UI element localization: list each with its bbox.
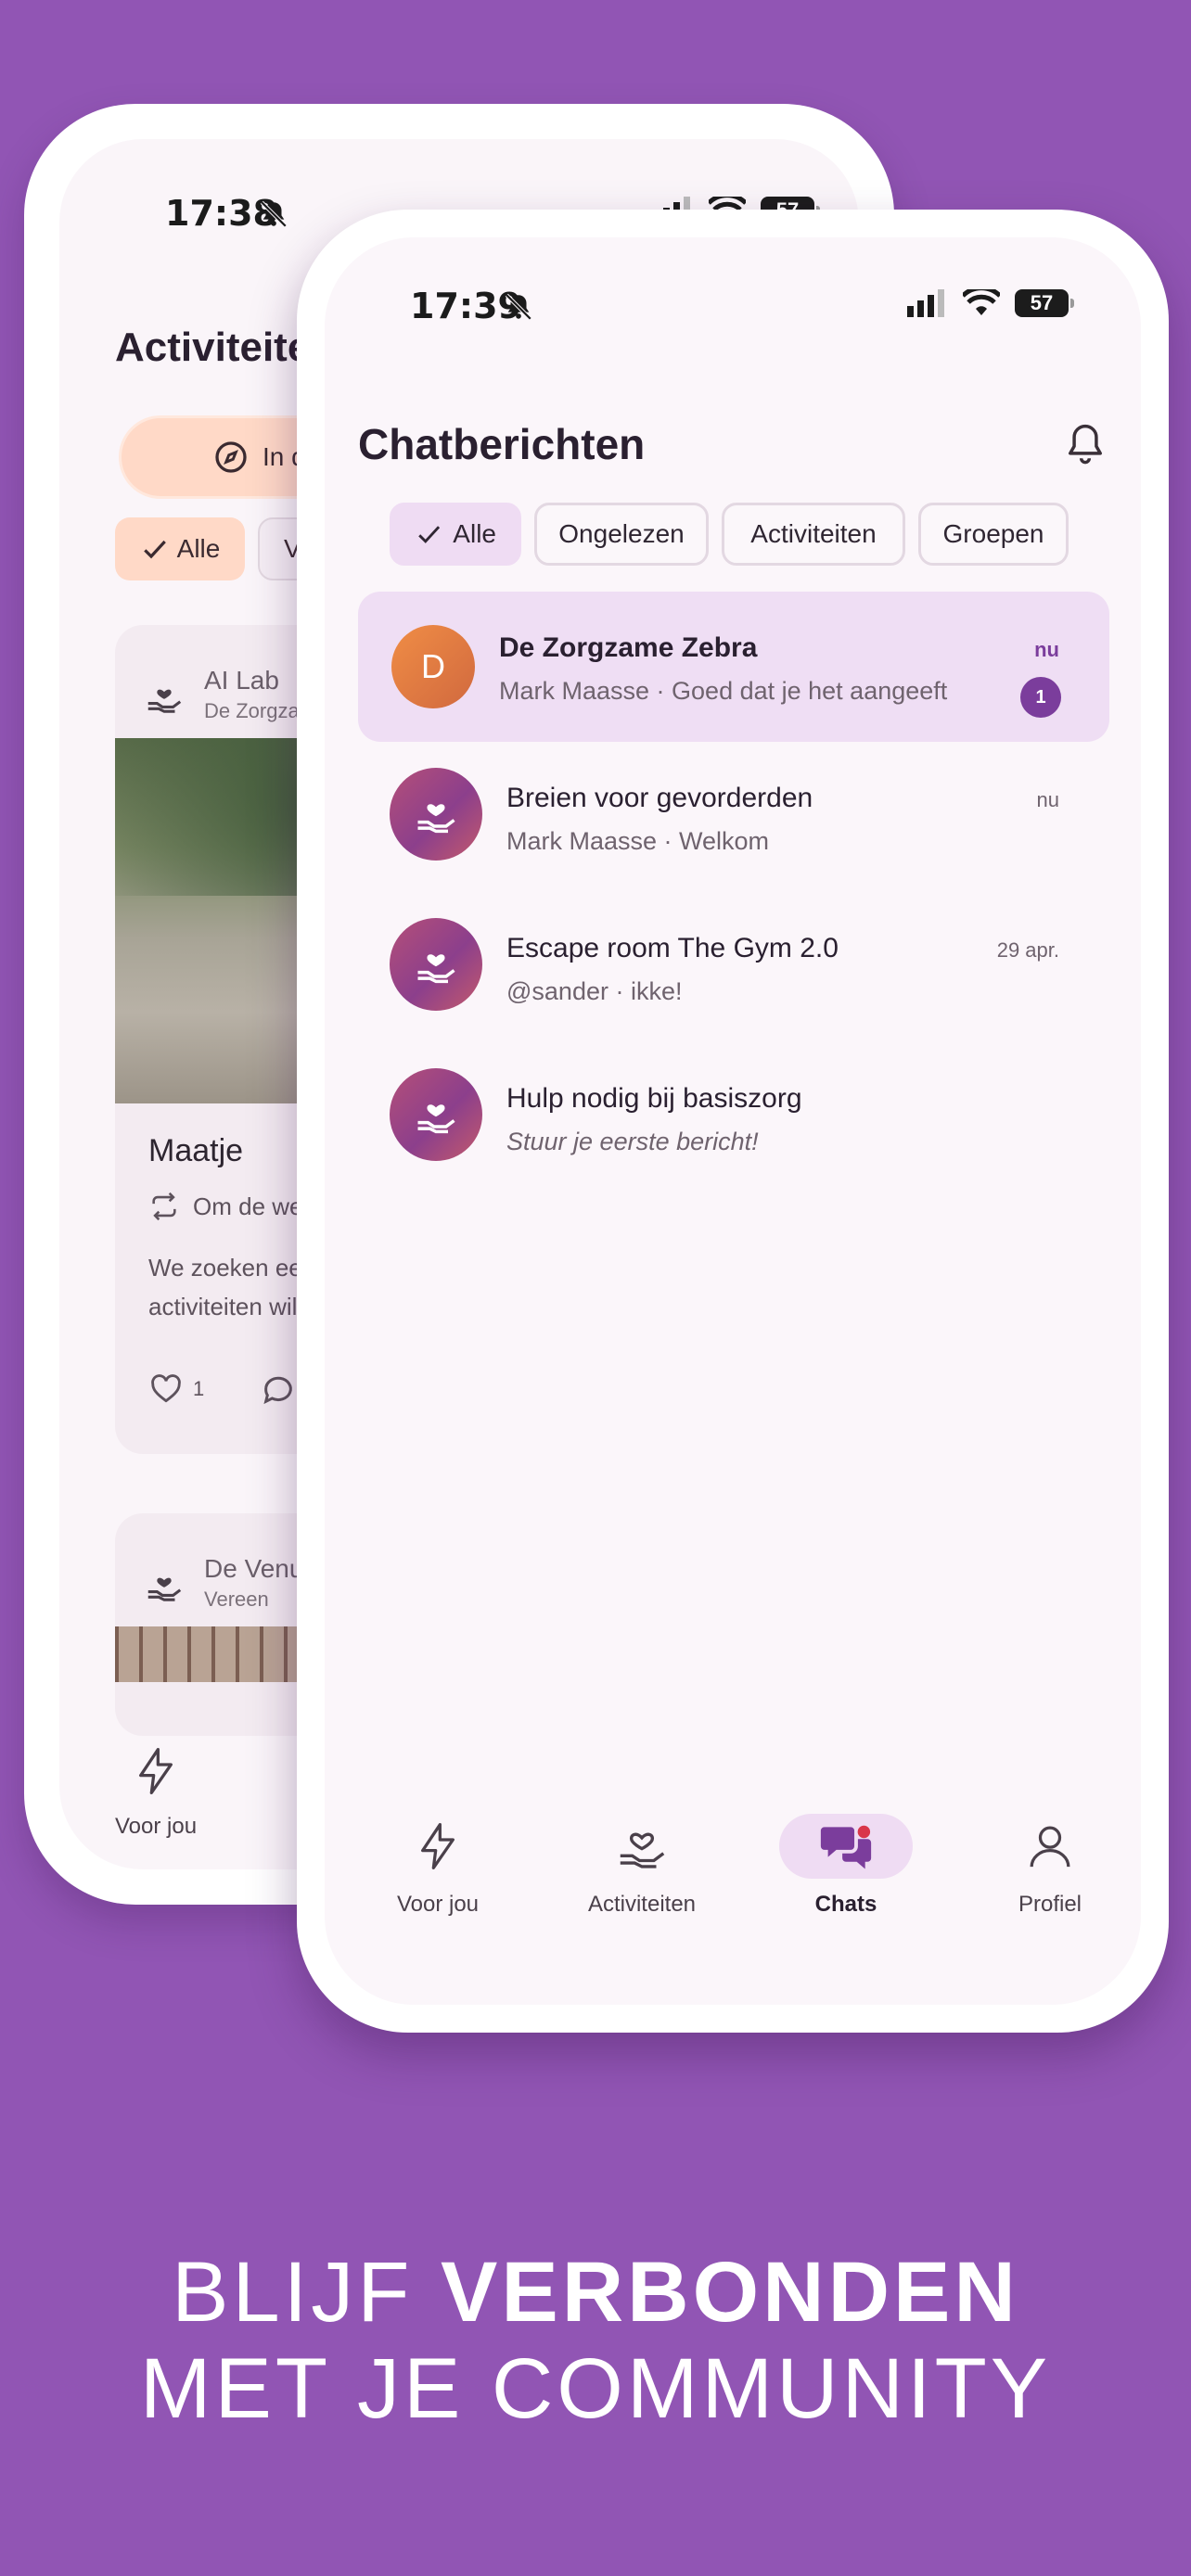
chat-name: Escape room The Gym 2.0 (506, 933, 839, 963)
slogan-line-1: BLIJF VERBONDEN (0, 2244, 1191, 2340)
compass-icon (215, 441, 247, 473)
chat-time: 29 apr. (996, 938, 1059, 962)
filter-chips: Alle Ongelezen Activiteiten Groepen (390, 503, 1069, 566)
unread-badge: 1 (1020, 677, 1061, 718)
chip-label: Activiteiten (750, 519, 877, 548)
heart-hand-icon (417, 804, 455, 834)
bell-off-icon (260, 200, 288, 228)
like-count: 1 (193, 1377, 205, 1400)
heart-hand-icon (147, 689, 182, 713)
repeat-icon (152, 1192, 176, 1221)
nav-icon-wrap (779, 1814, 913, 1879)
like-button[interactable]: 1 (148, 1371, 204, 1407)
front-phone-frame: 17:39 57 Chatberichten Alle Ongelezen Ac… (297, 210, 1169, 2033)
chat-item[interactable]: Breien voor gevorderden Mark Maasse · We… (358, 742, 1109, 892)
nav-activiteiten[interactable]: Activiteiten (568, 1814, 716, 1918)
card-actions: 1 (148, 1371, 297, 1408)
page-title: Chatberichten (358, 420, 646, 468)
nav-icon-wrap (371, 1814, 505, 1879)
marketing-slogan: BLIJF VERBONDEN MET JE COMMUNITY (0, 2244, 1191, 2437)
chat-time: nu (1034, 638, 1059, 661)
heart-hand-icon (620, 1832, 665, 1868)
chip-groepen[interactable]: Groepen (918, 503, 1069, 566)
bottom-nav: Voor jou Activiteiten Chats Profiel (325, 1814, 1141, 1962)
chat-preview: Mark Maasse · Goed dat je het aangeeft (499, 677, 948, 705)
slogan-bold: VERBONDEN (441, 2245, 1019, 2340)
battery-indicator: 57 (1015, 289, 1074, 317)
chip-alle[interactable]: Alle (115, 517, 245, 580)
avatar (390, 918, 482, 1011)
chip-alle[interactable]: Alle (390, 503, 521, 566)
nav-voor-jou[interactable]: Voor jou (115, 1743, 197, 1840)
wifi-icon (963, 289, 1000, 315)
chat-preview: Mark Maasse · Welkom (506, 827, 770, 855)
nav-icon-wrap (983, 1814, 1117, 1879)
slogan-line-2: MET JE COMMUNITY (139, 2341, 1052, 2436)
chip-ongelezen[interactable]: Ongelezen (534, 503, 709, 566)
avatar (390, 768, 482, 861)
front-phone-screen: 17:39 57 Chatberichten Alle Ongelezen Ac… (325, 237, 1141, 2005)
bell-icon[interactable] (1061, 419, 1109, 467)
lightning-icon (421, 1823, 455, 1869)
nav-label: Activiteiten (587, 1892, 697, 1917)
status-bar: 17:39 57 (325, 276, 1141, 360)
nav-icon-wrap (575, 1814, 709, 1879)
chat-item[interactable]: Hulp nodig bij basiszorg Stuur je eerste… (358, 1042, 1109, 1192)
chip-label: Groepen (942, 519, 1044, 548)
person-icon (1030, 1826, 1070, 1868)
comment-icon[interactable] (260, 1371, 297, 1408)
bell-off-icon (505, 293, 532, 321)
chat-name: De Zorgzame Zebra (499, 632, 758, 663)
chat-name: Breien voor gevorderden (506, 783, 813, 813)
heart-hand-icon (417, 954, 455, 984)
heart-hand-icon (147, 1577, 182, 1601)
signal-icon (907, 289, 944, 317)
heart-outline-icon (151, 1374, 181, 1403)
nav-label: Voor jou (115, 1814, 198, 1839)
heart-hand-icon (417, 1104, 455, 1134)
chat-preview: Stuur je eerste bericht! (506, 1128, 759, 1155)
chip-label: Alle (453, 519, 496, 548)
card-title: Maatje (148, 1133, 244, 1168)
nav-label: Chats (814, 1892, 877, 1917)
nav-profiel[interactable]: Profiel (976, 1814, 1124, 1918)
chip-alle-label: Alle (176, 534, 221, 563)
slogan-regular: BLIJF (172, 2245, 441, 2340)
card-frequency: Om de weel (148, 1191, 322, 1222)
nav-label: Voor jou (396, 1892, 480, 1917)
chat-time: nu (1036, 788, 1059, 811)
avatar (390, 1068, 482, 1161)
chat-name: Hulp nodig bij basiszorg (506, 1083, 802, 1114)
chat-item[interactable]: Escape room The Gym 2.0 @sander · ikke! … (358, 892, 1109, 1042)
chip-label: Ongelezen (558, 519, 685, 548)
check-icon (143, 540, 166, 559)
nav-chats[interactable]: Chats (772, 1814, 920, 1918)
nav-label: Profiel (1018, 1892, 1082, 1917)
chat-list: D De Zorgzame Zebra Mark Maasse · Goed d… (358, 592, 1109, 1192)
chip-activiteiten[interactable]: Activiteiten (722, 503, 905, 566)
nav-voor-jou[interactable]: Voor jou (364, 1814, 512, 1918)
lightning-icon (139, 1748, 173, 1794)
avatar: D (391, 625, 475, 708)
chat-preview: @sander · ikke! (506, 977, 683, 1005)
chat-bubbles-icon (820, 1825, 872, 1869)
check-icon (418, 526, 441, 543)
chat-item[interactable]: D De Zorgzame Zebra Mark Maasse · Goed d… (358, 592, 1109, 742)
